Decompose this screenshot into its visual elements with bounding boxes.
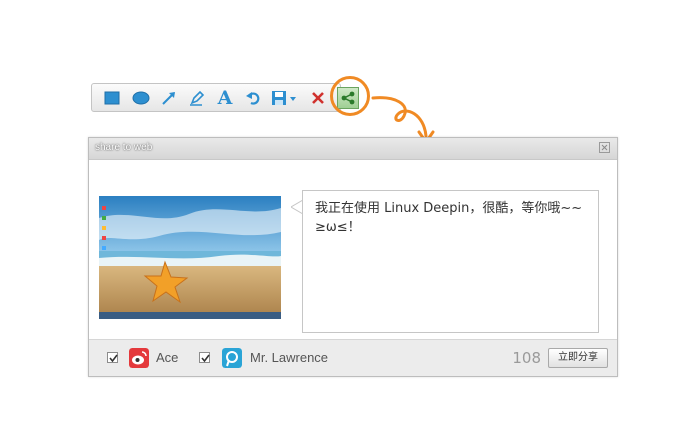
- tencent-weibo-icon: [222, 348, 242, 368]
- rectangle-icon: [104, 91, 120, 105]
- share-now-button[interactable]: 立即分享: [548, 348, 608, 368]
- close-icon: [312, 92, 324, 104]
- dialog-close-icon[interactable]: [599, 142, 610, 153]
- save-tool[interactable]: [269, 87, 299, 109]
- message-box[interactable]: 我正在使用 Linux Deepin，很酷，等你哦~~ ≥ω≤！: [302, 190, 599, 333]
- arrow-tool[interactable]: [158, 87, 180, 109]
- undo-tool[interactable]: [242, 87, 264, 109]
- account-name-lawrence: Mr. Lawrence: [250, 350, 329, 365]
- account-name-ace: Ace: [156, 350, 179, 365]
- char-count: 108: [512, 349, 541, 367]
- text-tool[interactable]: A: [214, 87, 236, 109]
- save-icon: [272, 91, 296, 105]
- pencil-tool[interactable]: [186, 87, 208, 109]
- undo-icon: [246, 92, 260, 105]
- checkmark-icon: [109, 354, 118, 363]
- dialog-footer: Ace Mr. Lawrence 108 立即分享: [89, 339, 617, 376]
- beach-starfish-image: [99, 196, 281, 319]
- share-tool[interactable]: [337, 87, 359, 109]
- share-dialog: share to web 我正在使用 Linux Deepin，很酷，等你哦~~…: [88, 137, 618, 377]
- screenshot-toolbar: A: [91, 83, 341, 112]
- account-checkbox-lawrence[interactable]: [199, 352, 210, 363]
- screenshot-thumbnail: [99, 196, 281, 319]
- checkmark-icon: [201, 354, 210, 363]
- dialog-title: share to web: [95, 142, 153, 153]
- arrow-icon: [162, 92, 175, 105]
- text-icon: A: [217, 87, 233, 109]
- pencil-icon: [190, 90, 205, 106]
- account-checkbox-ace[interactable]: [107, 352, 118, 363]
- dialog-titlebar: share to web: [89, 138, 617, 160]
- weibo-icon: [129, 348, 149, 368]
- cancel-tool[interactable]: [307, 87, 329, 109]
- rectangle-tool[interactable]: [101, 87, 123, 109]
- share-icon: [341, 91, 355, 105]
- ellipse-icon: [132, 91, 150, 105]
- ellipse-tool[interactable]: [130, 87, 152, 109]
- message-text[interactable]: 我正在使用 Linux Deepin，很酷，等你哦~~ ≥ω≤！: [315, 199, 588, 237]
